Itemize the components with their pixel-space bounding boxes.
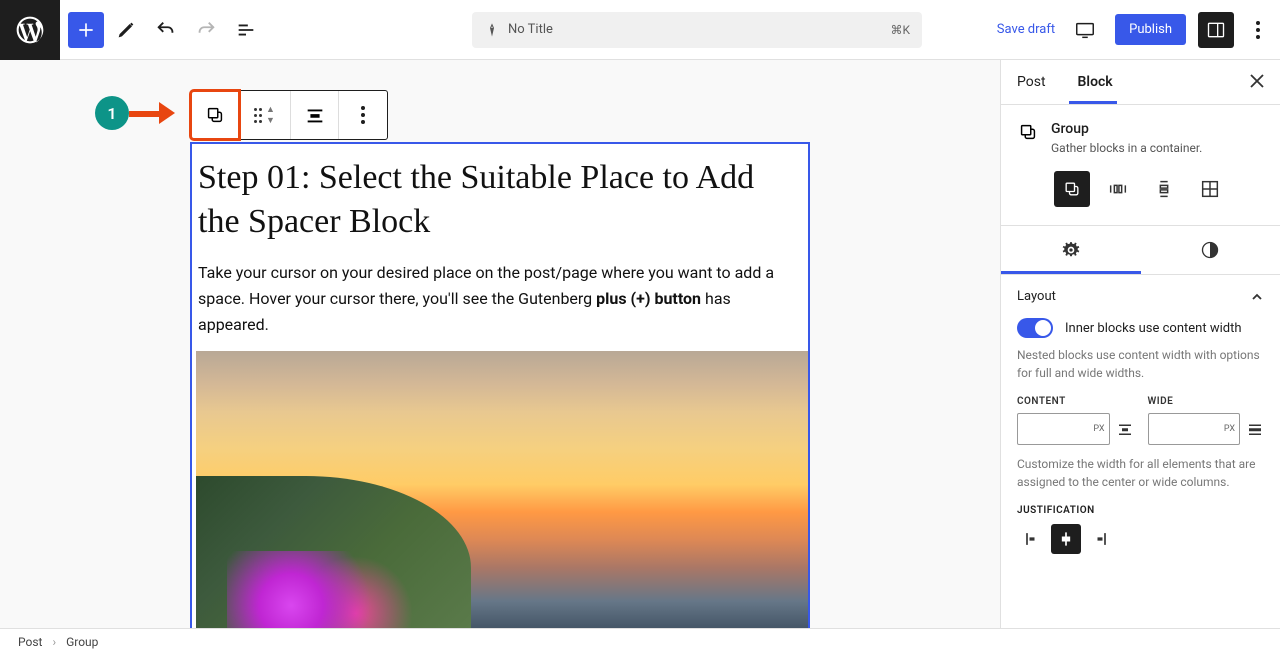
desktop-icon: [1074, 19, 1096, 41]
more-vertical-icon: [361, 106, 365, 124]
subtab-styles[interactable]: [1141, 226, 1280, 274]
header-toolbar: [60, 12, 272, 48]
wide-width-label: WIDE: [1148, 396, 1265, 407]
block-mover[interactable]: ▲▼: [239, 91, 291, 139]
crumb-separator-icon: ›: [52, 635, 56, 649]
variation-row[interactable]: [1100, 171, 1136, 207]
editor-canvas[interactable]: 1 ▲▼ Step 01: Select the S: [0, 60, 1000, 628]
crumb-post[interactable]: Post: [18, 635, 42, 649]
undo-button[interactable]: [148, 12, 184, 48]
inspector-subtabs: [1001, 225, 1280, 275]
block-type-button[interactable]: [191, 91, 239, 139]
block-toolbar: ▲▼: [190, 90, 388, 140]
wordpress-icon: [14, 14, 46, 46]
tools-button[interactable]: [108, 12, 144, 48]
content-width-label: CONTENT: [1017, 396, 1134, 407]
justify-left-button[interactable]: [1017, 524, 1047, 554]
list-view-icon: [235, 19, 257, 41]
editor-main: 1 ▲▼ Step 01: Select the S: [0, 60, 1280, 628]
layout-panel-header[interactable]: Layout: [1017, 289, 1264, 304]
document-overview-button[interactable]: [228, 12, 264, 48]
justification-label: JUSTIFICATION: [1017, 505, 1264, 516]
document-title: No Title: [508, 22, 553, 37]
preview-button[interactable]: [1067, 12, 1103, 48]
row-icon: [1107, 178, 1129, 200]
paragraph-block[interactable]: Take your cursor on your desired place o…: [192, 252, 808, 351]
add-block-button[interactable]: [68, 12, 104, 48]
sidebar-tabs: Post Block: [1001, 60, 1280, 105]
callout-badge: 1: [95, 96, 129, 130]
undo-icon: [155, 19, 177, 41]
publish-button[interactable]: Publish: [1115, 14, 1186, 45]
grid-icon: [1199, 178, 1221, 200]
content-align-icon[interactable]: [1116, 420, 1134, 438]
group-icon: [204, 104, 226, 126]
tab-indicator: [1069, 101, 1117, 104]
breadcrumb-footer: Post › Group: [0, 628, 1280, 654]
block-options-button[interactable]: [339, 91, 387, 139]
block-description: Gather blocks in a container.: [1051, 141, 1202, 155]
wide-width-input[interactable]: PX: [1148, 413, 1241, 445]
tab-post[interactable]: Post: [1001, 60, 1062, 104]
pen-icon: [484, 22, 500, 38]
crumb-group[interactable]: Group: [66, 635, 98, 649]
document-title-bar[interactable]: No Title ⌘K: [472, 12, 922, 48]
block-variations: [1001, 171, 1280, 225]
content-width-toggle-row: Inner blocks use content width: [1017, 318, 1264, 338]
justify-left-icon: [1022, 529, 1042, 549]
width-controls: CONTENT PX WIDE PX: [1017, 396, 1264, 445]
move-arrows-icon[interactable]: ▲▼: [266, 104, 275, 126]
wp-logo[interactable]: [0, 0, 60, 60]
redo-button[interactable]: [188, 12, 224, 48]
subtab-indicator: [1001, 271, 1141, 274]
justify-center-icon: [1056, 529, 1076, 549]
block-name: Group: [1051, 121, 1202, 137]
content-width-toggle[interactable]: [1017, 318, 1053, 338]
callout-arrow-icon: [129, 103, 179, 123]
options-menu-button[interactable]: [1246, 21, 1270, 39]
gear-icon: [1061, 240, 1081, 260]
justify-right-icon: [1090, 529, 1110, 549]
styles-icon: [1200, 240, 1220, 260]
drag-handle-icon[interactable]: [254, 108, 262, 123]
group-icon: [1017, 121, 1039, 143]
variation-grid[interactable]: [1192, 171, 1228, 207]
settings-sidebar: Post Block Group Gather blocks in a cont…: [1000, 60, 1280, 628]
close-sidebar-button[interactable]: [1234, 60, 1280, 104]
toggle-label: Inner blocks use content width: [1065, 321, 1242, 336]
sidebar-icon: [1206, 20, 1226, 40]
chevron-up-icon: [1250, 290, 1264, 304]
layout-panel: Layout Inner blocks use content width Ne…: [1001, 275, 1280, 568]
toggle-help-text: Nested blocks use content width with opt…: [1017, 346, 1264, 382]
width-help-text: Customize the width for all elements tha…: [1017, 455, 1264, 491]
subtab-settings[interactable]: [1001, 226, 1141, 274]
variation-group[interactable]: [1054, 171, 1090, 207]
save-draft-link[interactable]: Save draft: [997, 22, 1055, 37]
variation-stack[interactable]: [1146, 171, 1182, 207]
callout-annotation: 1: [95, 96, 179, 130]
command-shortcut: ⌘K: [890, 23, 910, 37]
align-icon: [304, 104, 326, 126]
justify-center-button[interactable]: [1051, 524, 1081, 554]
group-block-selected[interactable]: Step 01: Select the Suitable Place to Ad…: [190, 142, 810, 635]
align-button[interactable]: [291, 91, 339, 139]
block-card: Group Gather blocks in a container.: [1001, 105, 1280, 171]
edit-icon: [115, 19, 137, 41]
justify-right-button[interactable]: [1085, 524, 1115, 554]
close-icon: [1250, 74, 1264, 88]
redo-icon: [195, 19, 217, 41]
stack-icon: [1153, 178, 1175, 200]
plus-icon: [76, 20, 96, 40]
content-width-input[interactable]: PX: [1017, 413, 1110, 445]
more-vertical-icon: [1256, 21, 1260, 39]
header-actions: Save draft Publish: [997, 12, 1280, 48]
heading-block[interactable]: Step 01: Select the Suitable Place to Ad…: [192, 144, 808, 252]
group-icon: [1062, 179, 1082, 199]
tab-block[interactable]: Block: [1062, 60, 1129, 104]
sidebar-toggle-button[interactable]: [1198, 12, 1234, 48]
wide-align-icon[interactable]: [1246, 420, 1264, 438]
image-block[interactable]: [196, 351, 808, 629]
justification-buttons: [1017, 524, 1264, 554]
editor-header: No Title ⌘K Save draft Publish: [0, 0, 1280, 60]
